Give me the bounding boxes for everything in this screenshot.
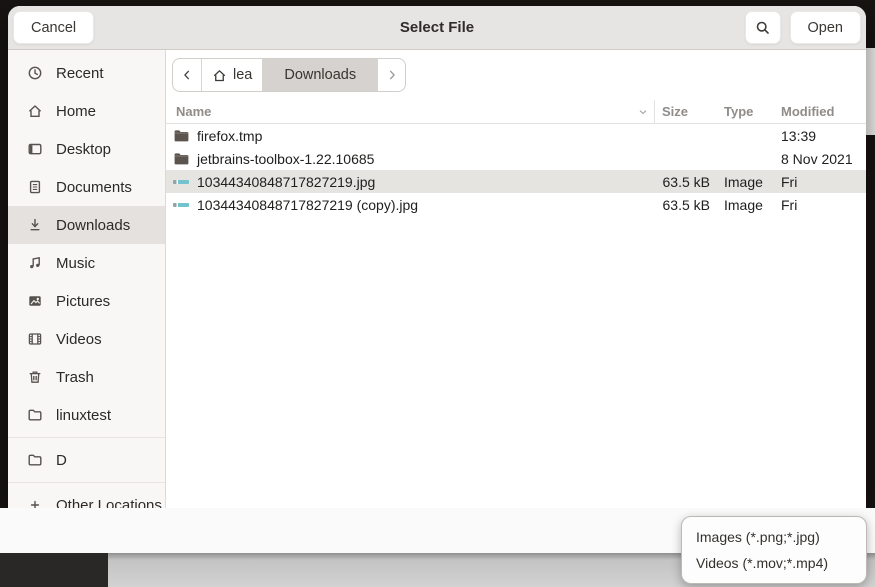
sidebar-item-label: Home: [56, 103, 96, 120]
sidebar-item-home[interactable]: Home: [8, 92, 165, 130]
sidebar-item-label: Recent: [56, 65, 104, 82]
sidebar-item-downloads[interactable]: Downloads: [8, 206, 165, 244]
file-row-selected[interactable]: 10344340848717827219.jpg 63.5 kB Image F…: [166, 170, 866, 193]
file-chooser-dialog: Cancel Select File Open Recent: [8, 6, 866, 508]
column-modified-label: Modified: [781, 104, 834, 119]
path-forward-button[interactable]: [377, 59, 405, 91]
sidebar-item-documents[interactable]: Documents: [8, 168, 165, 206]
path-segment-downloads[interactable]: Downloads: [262, 59, 377, 91]
folder-icon: [173, 152, 189, 166]
column-header-modified[interactable]: Modified: [780, 104, 866, 119]
sidebar-item-label: Other Locations: [56, 497, 162, 509]
sidebar-item-label: Pictures: [56, 293, 110, 310]
sidebar-item-d[interactable]: D: [8, 441, 165, 479]
file-type: Image: [718, 174, 780, 190]
dialog-title: Select File: [8, 19, 866, 36]
dialog-body: Recent Home Desktop: [8, 50, 866, 508]
sidebar-item-label: Documents: [56, 179, 132, 196]
sidebar-separator: [8, 437, 165, 438]
file-name: 10344340848717827219.jpg: [197, 174, 375, 190]
folder-icon: [27, 452, 43, 468]
sidebar-item-desktop[interactable]: Desktop: [8, 130, 165, 168]
path-current-label: Downloads: [284, 67, 356, 83]
file-name: 10344340848717827219 (copy).jpg: [197, 197, 418, 213]
filter-option-videos[interactable]: Videos (*.mov;*.mp4): [682, 550, 866, 576]
sidebar-item-trash[interactable]: Trash: [8, 358, 165, 396]
list-column-headers: Name Size Type Modified: [166, 100, 866, 124]
download-icon: [27, 217, 43, 233]
sidebar-item-other-locations[interactable]: Other Locations: [8, 486, 165, 508]
column-type-label: Type: [724, 104, 753, 119]
titlebar: Cancel Select File Open: [8, 6, 866, 50]
folder-icon: [27, 407, 43, 423]
sidebar-separator: [8, 482, 165, 483]
sidebar-item-label: Desktop: [56, 141, 111, 158]
search-icon: [755, 20, 771, 36]
titlebar-actions: Open: [745, 11, 861, 44]
file-name-cell: firefox.tmp: [166, 128, 654, 144]
background-window-sliver: [866, 48, 875, 135]
file-filter-popup: Images (*.png;*.jpg) Videos (*.mov;*.mp4…: [681, 516, 867, 584]
file-size: 63.5 kB: [654, 174, 718, 190]
sidebar-item-label: linuxtest: [56, 407, 111, 424]
file-modified: Fri: [780, 174, 866, 190]
sidebar-item-label: D: [56, 452, 67, 469]
home-icon: [212, 68, 227, 83]
chevron-right-icon: [385, 68, 399, 82]
file-name: jetbrains-toolbox-1.22.10685: [197, 151, 374, 167]
clock-icon: [27, 65, 43, 81]
column-name-label: Name: [176, 104, 211, 119]
cancel-button[interactable]: Cancel: [13, 11, 94, 44]
path-segment-home[interactable]: lea: [201, 59, 262, 91]
sidebar-item-pictures[interactable]: Pictures: [8, 282, 165, 320]
open-button[interactable]: Open: [790, 11, 861, 44]
document-icon: [27, 179, 43, 195]
column-header-size[interactable]: Size: [654, 100, 718, 123]
sidebar-item-label: Downloads: [56, 217, 130, 234]
file-size: 63.5 kB: [654, 197, 718, 213]
pathbar: lea Downloads: [172, 58, 406, 92]
sidebar-item-label: Videos: [56, 331, 102, 348]
file-row[interactable]: jetbrains-toolbox-1.22.10685 8 Nov 2021: [166, 147, 866, 170]
file-row[interactable]: firefox.tmp 13:39: [166, 124, 866, 147]
background-dark-band: [0, 553, 108, 587]
picture-icon: [27, 293, 43, 309]
sort-chevron-down-icon: [637, 106, 649, 118]
sidebar-item-music[interactable]: Music: [8, 244, 165, 282]
search-button[interactable]: [745, 11, 781, 44]
sidebar-item-label: Music: [56, 255, 95, 272]
desktop-icon: [27, 141, 43, 157]
sidebar-item-label: Trash: [56, 369, 94, 386]
file-name-cell: 10344340848717827219.jpg: [166, 174, 654, 190]
file-type: Image: [718, 197, 780, 213]
music-note-icon: [27, 255, 43, 271]
column-size-label: Size: [662, 104, 688, 119]
pathbar-row: lea Downloads: [166, 50, 866, 100]
file-modified: 13:39: [780, 128, 866, 144]
sidebar-item-linuxtest[interactable]: linuxtest: [8, 396, 165, 434]
file-name-cell: jetbrains-toolbox-1.22.10685: [166, 151, 654, 167]
image-thumbnail-icon: [173, 180, 189, 184]
places-sidebar: Recent Home Desktop: [8, 50, 166, 508]
path-back-button[interactable]: [173, 59, 201, 91]
column-header-name[interactable]: Name: [166, 100, 654, 123]
plus-icon: [27, 497, 43, 508]
trash-icon: [27, 369, 43, 385]
home-icon: [27, 103, 43, 119]
file-name-cell: 10344340848717827219 (copy).jpg: [166, 197, 654, 213]
file-modified: Fri: [780, 197, 866, 213]
path-home-label: lea: [233, 67, 252, 83]
file-pane: lea Downloads Name: [166, 50, 866, 508]
image-thumbnail-icon: [173, 203, 189, 207]
film-icon: [27, 331, 43, 347]
file-name: firefox.tmp: [197, 128, 262, 144]
filter-option-images[interactable]: Images (*.png;*.jpg): [682, 524, 866, 550]
chevron-left-icon: [180, 68, 194, 82]
folder-icon: [173, 129, 189, 143]
sidebar-item-recent[interactable]: Recent: [8, 54, 165, 92]
column-header-type[interactable]: Type: [718, 104, 780, 119]
file-row[interactable]: 10344340848717827219 (copy).jpg 63.5 kB …: [166, 193, 866, 216]
sidebar-item-videos[interactable]: Videos: [8, 320, 165, 358]
file-modified: 8 Nov 2021: [780, 151, 866, 167]
